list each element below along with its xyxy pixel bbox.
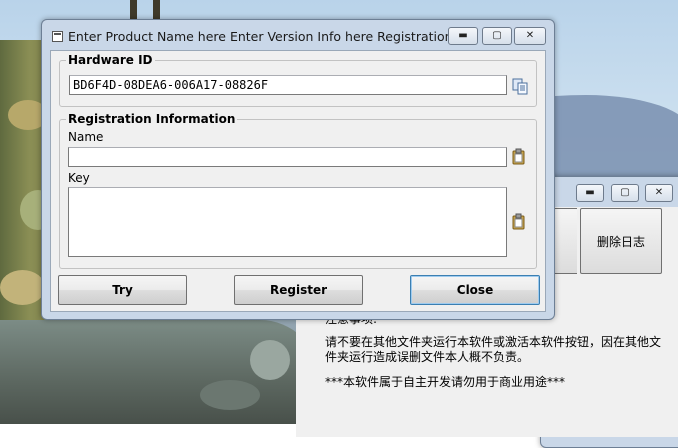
maximize-button[interactable]: ▢ [482,27,512,45]
dialog-client: Hardware ID Registration Information Nam… [50,50,546,312]
name-label: Name [68,130,104,144]
register-button[interactable]: Register [234,275,363,305]
paste-icon[interactable] [510,148,528,166]
notes-line: ***本软件属于自主开发请勿用于商业用途*** [325,375,566,389]
registration-info-legend: Registration Information [68,112,236,126]
copy-icon[interactable] [511,77,529,95]
background-tank-front [0,320,320,424]
hardware-id-legend: Hardware ID [68,53,153,67]
key-field[interactable] [68,187,507,257]
close-window-button[interactable]: ✕ [645,184,673,202]
minimize-button[interactable]: ▬ [448,27,478,45]
name-field[interactable] [68,147,507,167]
close-window-button[interactable]: ✕ [514,27,546,45]
delete-log-button[interactable]: 删除日志 [580,208,662,274]
notes-line: 请不要在其他文件夹运行本软件或激活本软件按钮，因在其他文件夹运行造成误删文件本人… [325,335,662,364]
window-title: Enter Product Name here Enter Version In… [68,29,469,44]
hardware-id-field[interactable] [69,75,507,95]
registration-dialog: Enter Product Name here Enter Version In… [41,19,555,320]
paste-icon[interactable] [510,213,528,231]
key-label: Key [68,171,90,185]
try-button[interactable]: Try [58,275,187,305]
notes-panel: 注意事项: 请不要在其他文件夹运行本软件或激活本软件按钮，因在其他文件夹运行造成… [325,312,670,400]
minimize-button[interactable]: ▬ [576,184,604,202]
maximize-button[interactable]: ▢ [611,184,639,202]
close-button[interactable]: Close [410,275,540,305]
app-icon [52,31,63,42]
